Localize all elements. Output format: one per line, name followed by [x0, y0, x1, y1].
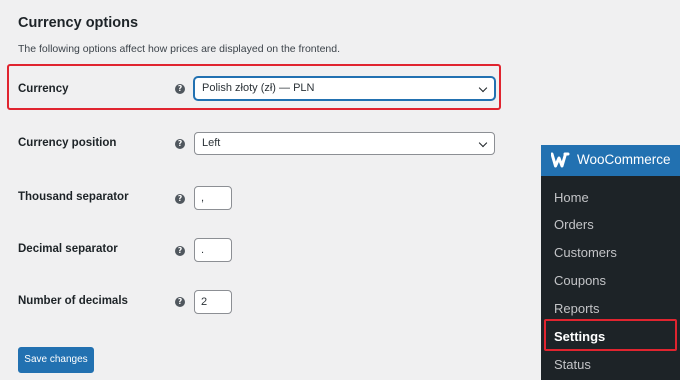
thousand-separator-label: Thousand separator	[18, 191, 129, 203]
chevron-down-icon	[478, 138, 488, 148]
woocommerce-title: WooCommerce	[577, 152, 671, 167]
currency-position-value: Left	[202, 137, 221, 149]
sidebar-item-orders[interactable]: Orders	[554, 217, 594, 232]
decimal-separator-label: Decimal separator	[18, 243, 118, 255]
sidebar-item-home[interactable]: Home	[554, 190, 589, 205]
decimal-separator-help-icon[interactable]: ?	[175, 246, 185, 256]
woocommerce-menu-header[interactable]: WooCommerce	[541, 145, 680, 176]
thousand-separator-help-icon[interactable]: ?	[175, 194, 185, 204]
decimal-separator-input[interactable]: .	[194, 238, 232, 262]
sidebar-item-status[interactable]: Status	[554, 357, 591, 372]
number-of-decimals-help-icon[interactable]: ?	[175, 297, 185, 307]
sidebar-item-customers[interactable]: Customers	[554, 245, 617, 260]
currency-position-select[interactable]: Left	[194, 132, 495, 155]
currency-position-label: Currency position	[18, 137, 117, 149]
thousand-separator-input[interactable]: ,	[194, 186, 232, 210]
settings-highlight-box	[544, 319, 677, 351]
sidebar-item-coupons[interactable]: Coupons	[554, 273, 606, 288]
currency-position-help-icon[interactable]: ?	[175, 139, 185, 149]
section-title: Currency options	[18, 15, 139, 31]
number-of-decimals-label: Number of decimals	[18, 295, 128, 307]
section-description: The following options affect how prices …	[18, 43, 341, 55]
save-changes-button[interactable]: Save changes	[18, 347, 94, 373]
woocommerce-logo-icon	[551, 152, 570, 168]
sidebar-item-reports[interactable]: Reports	[554, 301, 600, 316]
number-of-decimals-input[interactable]: 2	[194, 290, 232, 314]
admin-sidebar: WooCommerce Home Orders Customers Coupon…	[541, 145, 680, 380]
currency-highlight-box	[7, 64, 501, 110]
